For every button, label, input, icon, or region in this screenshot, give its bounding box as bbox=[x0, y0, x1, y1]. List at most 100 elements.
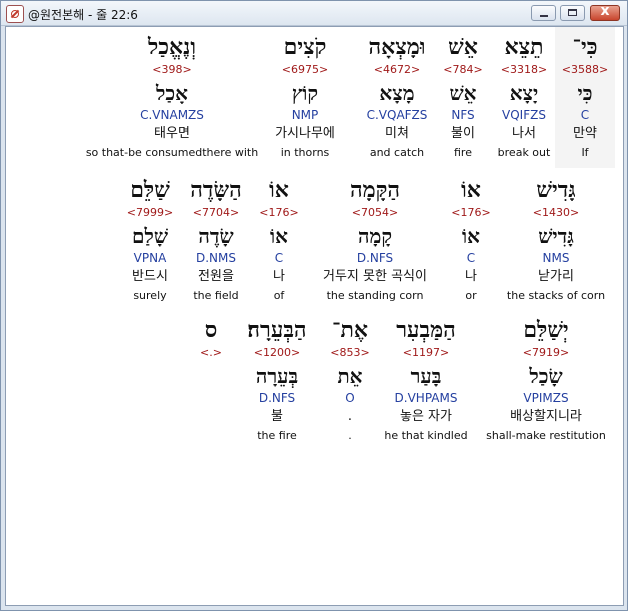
korean-gloss: 전원을 bbox=[198, 269, 234, 284]
morphology-code: C bbox=[466, 251, 476, 265]
word-column[interactable]: הַמַּבְעִר <1197> בָּעַר D.VHPAMS 놓은 자가 he th… bbox=[374, 319, 478, 447]
korean-gloss: 미쳐 bbox=[385, 126, 409, 141]
lexical-form: אוֹ bbox=[270, 224, 288, 248]
minimize-button[interactable] bbox=[531, 5, 556, 21]
hebrew-word[interactable]: אֶת־ bbox=[330, 319, 370, 345]
hebrew-word[interactable]: וְנֶאֱכַל bbox=[81, 36, 263, 62]
hebrew-word[interactable]: ס bbox=[196, 319, 226, 345]
korean-gloss: 불 bbox=[271, 409, 283, 424]
hebrew-word[interactable]: אֵשׁ bbox=[441, 36, 485, 62]
strong-number[interactable]: <7054> bbox=[310, 206, 440, 222]
morphology-code: C.VQAFZS bbox=[366, 108, 428, 122]
korean-gloss: 배상할지니라 bbox=[510, 409, 582, 424]
strong-number[interactable]: <3588> bbox=[557, 63, 613, 79]
korean-gloss bbox=[196, 409, 226, 427]
english-gloss: of bbox=[273, 289, 285, 302]
korean-gloss: 거두지 못한 곡식이 bbox=[323, 269, 427, 284]
lexical-form: אָכַל bbox=[156, 81, 188, 105]
hebrew-word[interactable]: כִּי־ bbox=[557, 36, 613, 62]
korean-gloss: 가시나무에 bbox=[275, 126, 335, 141]
english-gloss: If bbox=[581, 146, 589, 159]
strong-number[interactable]: <176> bbox=[259, 206, 299, 222]
english-gloss: or bbox=[465, 289, 477, 302]
strong-number[interactable]: <1200> bbox=[245, 346, 309, 362]
korean-gloss: 나 bbox=[465, 269, 477, 284]
english-gloss: the stacks of corn bbox=[506, 289, 606, 302]
window-title: @원전본해 - 줄 22:6 bbox=[28, 8, 138, 22]
word-column[interactable]: אוֹ <176> אוֹ C 나 of bbox=[259, 179, 299, 307]
strong-number[interactable]: <3318> bbox=[494, 63, 554, 79]
lexical-form: מָצָא bbox=[379, 81, 415, 105]
strong-number[interactable]: <7919> bbox=[481, 346, 611, 362]
strong-number[interactable]: <7704> bbox=[186, 206, 246, 222]
hebrew-word[interactable]: שַׁלֵּם bbox=[120, 179, 180, 205]
word-column[interactable]: וְנֶאֱכַל <398> אָכַל C.VNAMZS 태우면 so that-be… bbox=[81, 36, 263, 164]
lexical-form: אֵת bbox=[337, 364, 363, 388]
word-column[interactable]: אֵשׁ <784> אֵשׁ NFS 불이 fire bbox=[441, 36, 485, 164]
maximize-icon bbox=[568, 9, 577, 16]
english-gloss: fire bbox=[454, 146, 472, 159]
hebrew-word[interactable]: אוֹ bbox=[451, 179, 491, 205]
korean-gloss: 불이 bbox=[451, 126, 475, 141]
word-column[interactable]: גָּדִישׁ <1430> גָּדִישׁ NMS 낟가리 the stacks o… bbox=[501, 179, 611, 307]
hebrew-word[interactable]: וּמָצְאָה bbox=[361, 36, 433, 62]
lexical-form: שָׂכַל bbox=[529, 364, 563, 388]
word-column[interactable]: תֵצֵא <3318> יָצָא VQIFZS 나서 break out bbox=[494, 36, 554, 164]
word-column[interactable]: ס <.> bbox=[196, 319, 226, 447]
hebrew-word[interactable]: הַקָּמָה bbox=[310, 179, 440, 205]
close-icon: x bbox=[600, 3, 610, 19]
word-column[interactable]: אֶת־ <853> אֵת O.. bbox=[330, 319, 370, 447]
strong-number[interactable]: <1430> bbox=[501, 206, 611, 222]
english-gloss: so that-be consumedthere with bbox=[85, 146, 259, 159]
word-column[interactable]: הַקָּמָה <7054> קָמָה D.NFS 거두지 못한 곡식이 the st… bbox=[310, 179, 440, 307]
strong-number[interactable]: <398> bbox=[81, 63, 263, 79]
strong-number[interactable]: <6975> bbox=[260, 63, 350, 79]
english-gloss: surely bbox=[133, 289, 167, 302]
strong-number[interactable]: <853> bbox=[330, 346, 370, 362]
morphology-code bbox=[196, 391, 226, 408]
hebrew-word[interactable]: הַשָּׂדֶה bbox=[186, 179, 246, 205]
app-icon bbox=[6, 5, 24, 23]
strong-number[interactable]: <784> bbox=[441, 63, 485, 79]
close-button[interactable]: x bbox=[590, 3, 620, 21]
lexical-form: שָׂדֶה bbox=[198, 224, 234, 248]
hebrew-word[interactable]: קֹצִים bbox=[260, 36, 350, 62]
morphology-code: C.VNAMZS bbox=[140, 108, 204, 122]
morphology-code: D.VHPAMS bbox=[394, 391, 458, 405]
lexical-form: שָׁלַם bbox=[132, 224, 168, 248]
korean-gloss: 반드시 bbox=[132, 269, 168, 284]
word-column[interactable]: הַבְּעֵרָה׃ <1200> בְּעֵרָה D.NFS 불 the fire bbox=[245, 319, 309, 447]
lexical-form: אֵשׁ bbox=[449, 81, 477, 105]
lexical-form: יָצָא bbox=[509, 81, 539, 105]
strong-number[interactable]: <4672> bbox=[361, 63, 433, 79]
strong-number[interactable]: <176> bbox=[451, 206, 491, 222]
word-column[interactable]: קֹצִים <6975> קוֹץ NMP 가시나무에 in thorns bbox=[260, 36, 350, 164]
word-column[interactable]: וּמָצְאָה <4672> מָצָא C.VQAFZS 미쳐 and catch bbox=[361, 36, 433, 164]
app-window: @원전본해 - 줄 22:6 x כִּי־ <3588> כִּי C 만약 If תֵצ… bbox=[0, 0, 628, 611]
lexical-form bbox=[196, 365, 226, 389]
hebrew-word[interactable]: תֵצֵא bbox=[494, 36, 554, 62]
hebrew-word[interactable]: אוֹ bbox=[259, 179, 299, 205]
lexical-form: גָּדִישׁ bbox=[538, 224, 574, 248]
hebrew-word[interactable]: הַמַּבְעִר bbox=[374, 319, 478, 345]
strong-number[interactable]: <7999> bbox=[120, 206, 180, 222]
korean-gloss: 나 bbox=[273, 269, 285, 284]
word-column[interactable]: כִּי־ <3588> כִּי C 만약 If bbox=[557, 36, 613, 164]
maximize-button[interactable] bbox=[560, 5, 585, 21]
korean-gloss: 만약 bbox=[573, 126, 597, 141]
morphology-code: C bbox=[580, 108, 590, 122]
strong-number[interactable]: <.> bbox=[196, 346, 226, 362]
morphology-code: NMS bbox=[542, 251, 570, 265]
interlinear-view[interactable]: כִּי־ <3588> כִּי C 만약 If תֵצֵא <3318> יָצָא VQIF… bbox=[5, 26, 624, 606]
morphology-code: C bbox=[274, 251, 284, 265]
hebrew-word[interactable]: יְשַׁלֵּם bbox=[481, 319, 611, 345]
word-column[interactable]: יְשַׁלֵּם <7919> שָׂכַל VPIMZS 배상할지니라 shall-m… bbox=[481, 319, 611, 447]
strong-number[interactable]: <1197> bbox=[374, 346, 478, 362]
title-bar[interactable]: @원전본해 - 줄 22:6 x bbox=[1, 1, 627, 26]
english-gloss: he that kindled bbox=[384, 429, 468, 442]
word-column[interactable]: שַׁלֵּם <7999> שָׁלַם VPNA 반드시 surely bbox=[120, 179, 180, 307]
hebrew-word[interactable]: גָּדִישׁ bbox=[501, 179, 611, 205]
word-column[interactable]: הַשָּׂדֶה <7704> שָׂדֶה D.NMS 전원을 the field bbox=[186, 179, 246, 307]
word-column[interactable]: אוֹ <176> אוֹ C 나 or bbox=[451, 179, 491, 307]
hebrew-word[interactable]: הַבְּעֵרָה׃ bbox=[245, 319, 309, 345]
